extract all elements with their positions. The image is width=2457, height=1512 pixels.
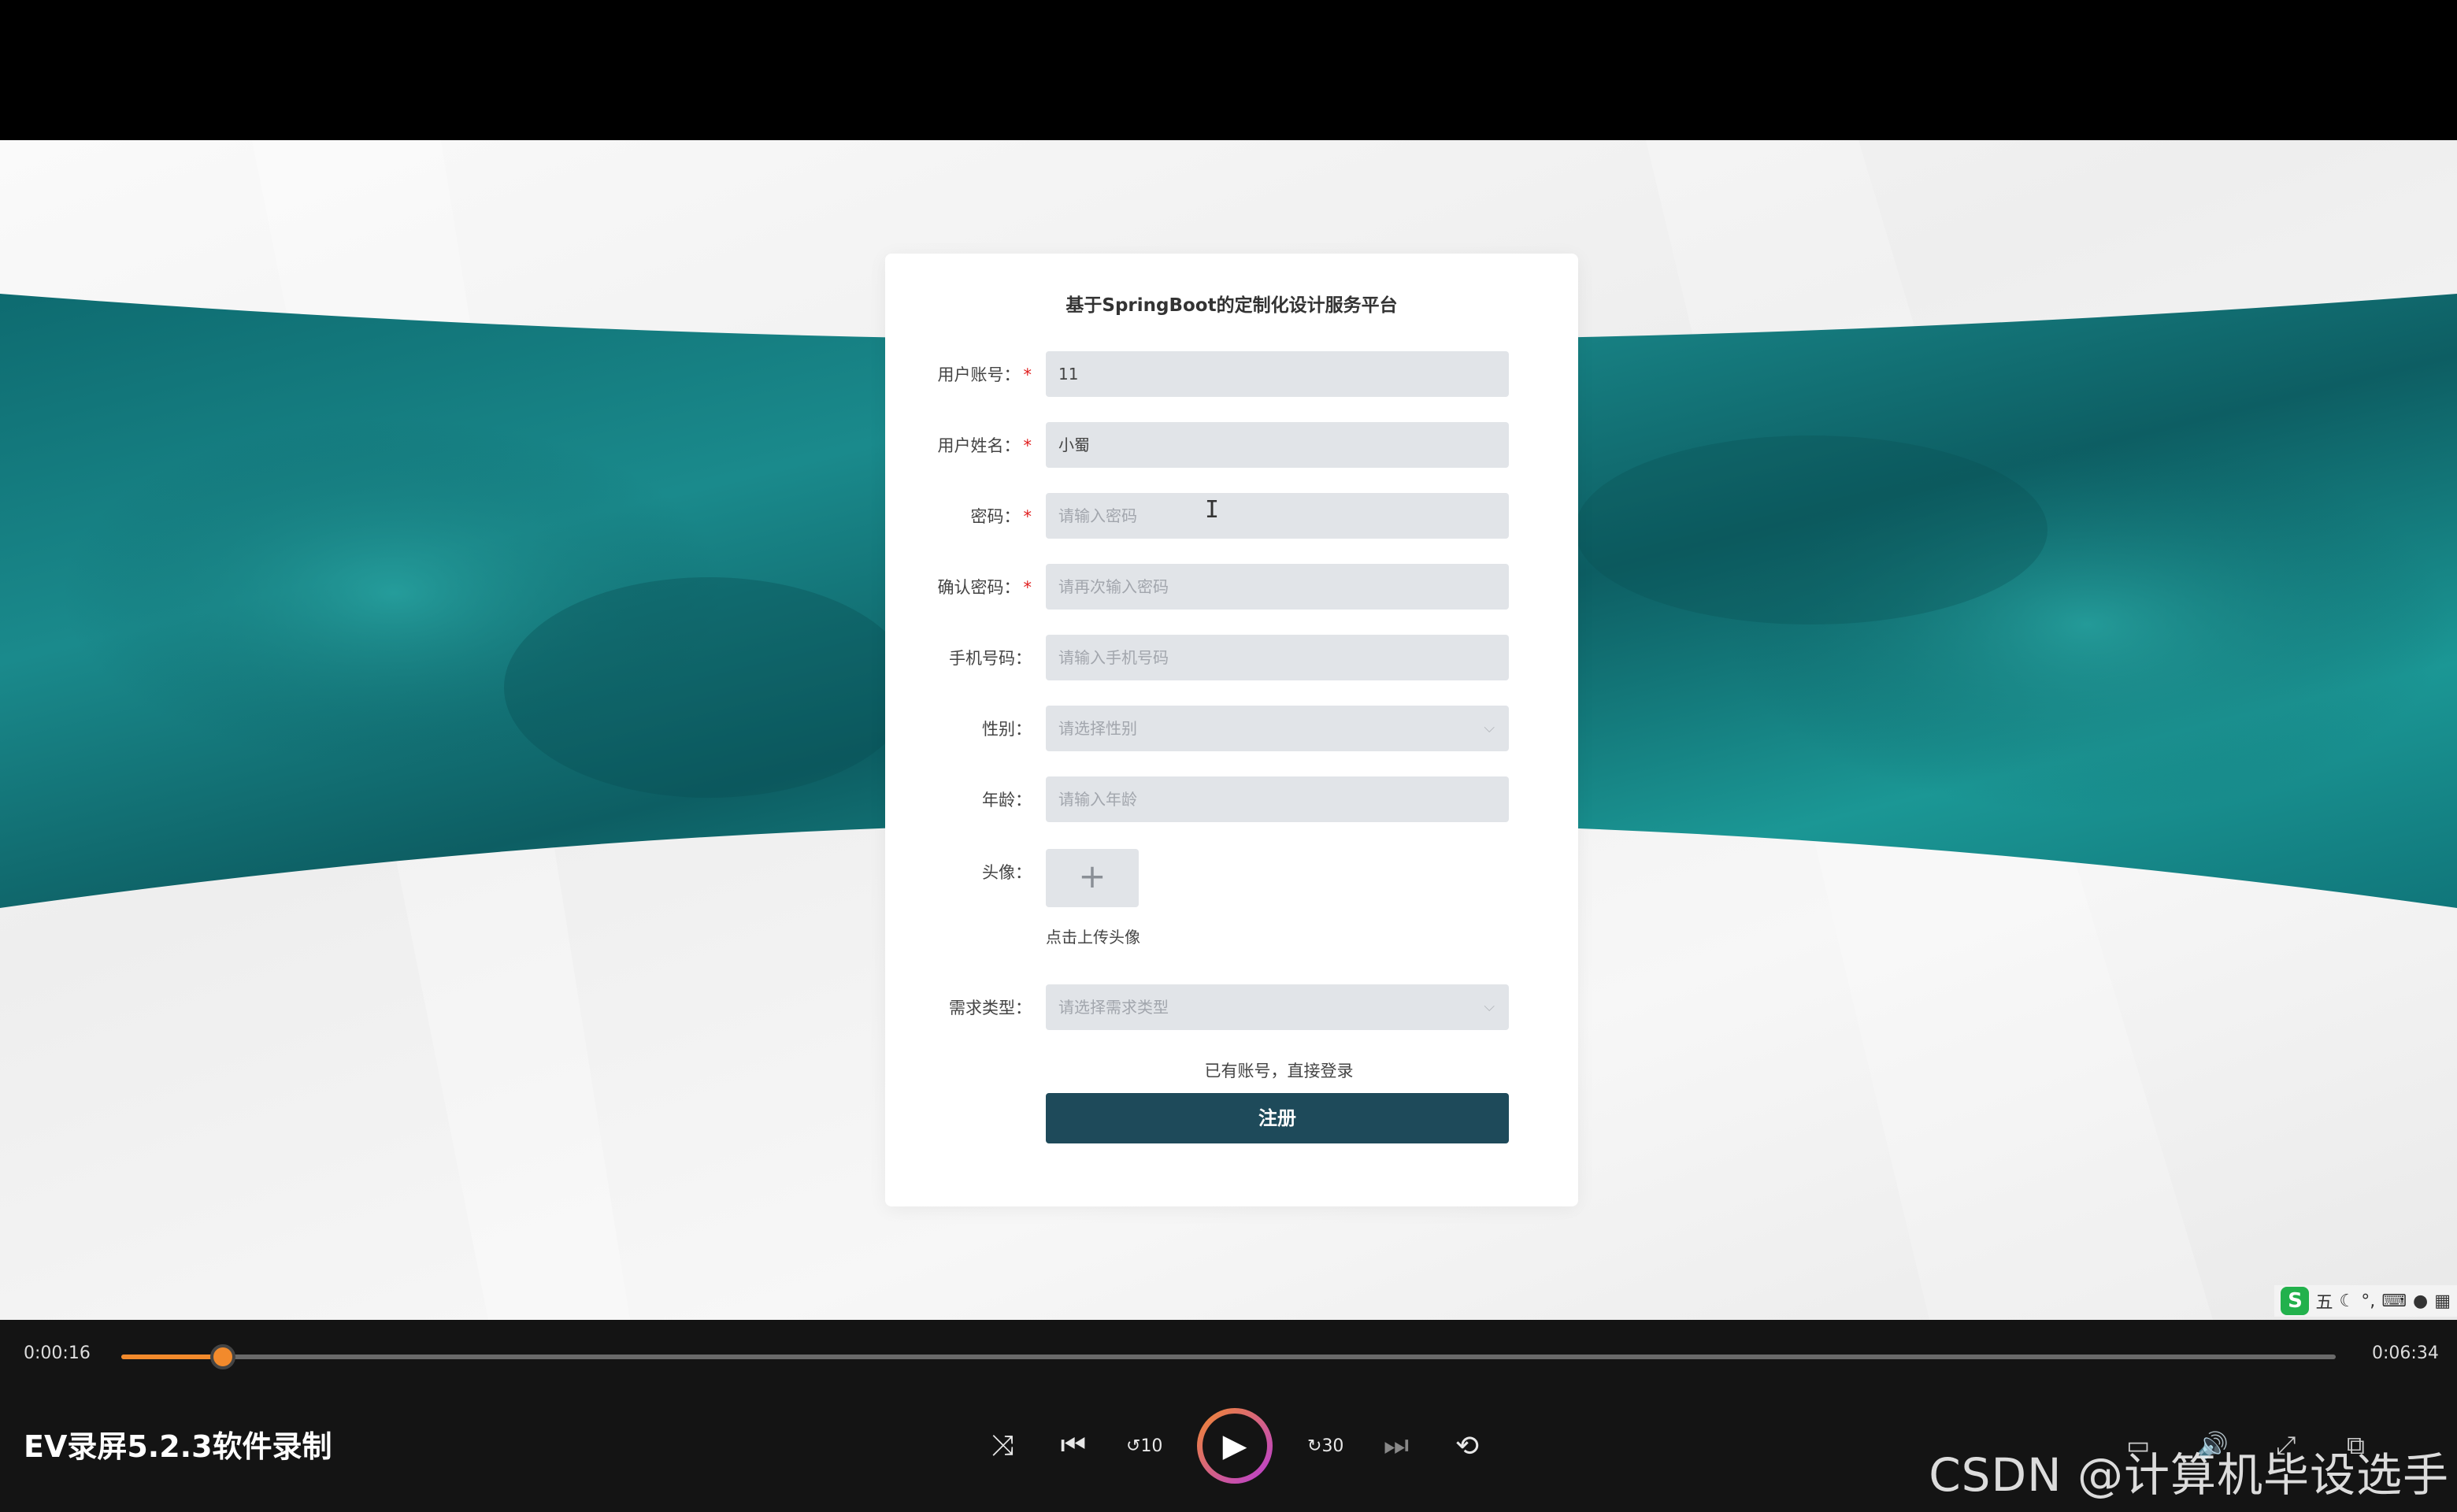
user-icon[interactable]: ● (2413, 1292, 2428, 1311)
name-input[interactable]: 小蜀 (1046, 422, 1509, 468)
chevron-down-icon: ⌵ (1484, 999, 1495, 1015)
repeat-icon[interactable]: ⟲ (1449, 1430, 1485, 1462)
required-mark: * (1023, 507, 1032, 526)
csdn-watermark: CSDN @计算机毕设选手 (1929, 1448, 2449, 1502)
field-row-phone: 手机号码： 请输入手机号码 (885, 635, 1578, 682)
video-frame: 基于SpringBoot的定制化设计服务平台 用户账号： * 11 用户姓名： * … (0, 140, 2457, 1320)
shuffle-icon[interactable]: ⤨ (984, 1429, 1021, 1462)
avatar-upload-hint: 点击上传头像 (1046, 928, 1140, 947)
ime-mode[interactable]: 五 (2315, 1288, 2333, 1314)
rewind-10-icon[interactable]: ↺10 (1126, 1436, 1162, 1456)
video-player-bar: 0:00:16 0:06:34 EV录屏5.2.3软件录制 ⤨ ⏮ ↺10 ▶ … (0, 1320, 2457, 1512)
register-button[interactable]: 注册 (1046, 1093, 1509, 1143)
field-label: 性别： (982, 720, 1032, 739)
gender-select-placeholder: 请选择性别 (1058, 719, 1137, 738)
field-label: 密码： * (970, 507, 1032, 526)
field-label: 确认密码： * (937, 578, 1032, 597)
gender-select[interactable]: 请选择性别 ⌵ (1046, 706, 1509, 751)
field-row-avatar: 头像： + (885, 849, 1578, 907)
demand-type-select[interactable]: 请选择需求类型 ⌵ (1046, 984, 1509, 1030)
sogou-logo-icon[interactable]: S (2281, 1287, 2310, 1315)
field-row-password: 密码： * 请输入密码 (885, 493, 1578, 540)
current-time: 0:00:16 (24, 1343, 91, 1363)
field-label: 用户账号： * (937, 365, 1032, 384)
required-mark: * (1023, 365, 1032, 384)
field-row-confirm-password: 确认密码： * 请再次输入密码 (885, 564, 1578, 611)
field-label: 用户姓名： * (937, 436, 1032, 455)
progress-fill (121, 1354, 224, 1359)
top-black-bar (0, 0, 2457, 140)
field-label: 头像： (982, 863, 1032, 882)
player-title: EV录屏5.2.3软件录制 (24, 1429, 332, 1464)
punct-icon[interactable]: °, (2361, 1292, 2375, 1311)
field-label: 需求类型： (949, 999, 1032, 1017)
password-input[interactable]: 请输入密码 (1046, 493, 1509, 539)
account-input[interactable]: 11 (1046, 351, 1509, 397)
progress-track[interactable] (121, 1344, 2336, 1369)
register-card: 基于SpringBoot的定制化设计服务平台 用户账号： * 11 用户姓名： * … (885, 254, 1578, 1206)
plus-icon: + (1078, 857, 1106, 895)
required-mark: * (1023, 436, 1032, 455)
field-label: 手机号码： (949, 649, 1032, 668)
moon-icon[interactable]: ☾ (2340, 1292, 2355, 1311)
progress-handle[interactable] (210, 1344, 236, 1369)
field-row-name: 用户姓名： * 小蜀 (885, 422, 1578, 469)
keyboard-icon[interactable]: ⌨ (2381, 1292, 2407, 1311)
demand-type-placeholder: 请选择需求类型 (1058, 998, 1169, 1017)
form-title: 基于SpringBoot的定制化设计服务平台 (1065, 295, 1398, 316)
play-icon: ▶ (1203, 1414, 1267, 1478)
forward-30-icon[interactable]: ↻30 (1307, 1436, 1343, 1456)
avatar-upload-button[interactable]: + (1046, 849, 1139, 907)
grid-icon[interactable]: ▦ (2434, 1292, 2451, 1311)
required-mark: * (1023, 578, 1032, 597)
confirm-password-input[interactable]: 请再次输入密码 (1046, 564, 1509, 610)
field-row-account: 用户账号： * 11 (885, 351, 1578, 398)
field-row-gender: 性别： 请选择性别 ⌵ (885, 706, 1578, 753)
age-input[interactable]: 请输入年龄 (1046, 776, 1509, 822)
login-link[interactable]: 已有账号，直接登录 (885, 1058, 1578, 1082)
chevron-down-icon: ⌵ (1484, 720, 1495, 736)
play-button[interactable]: ▶ (1197, 1408, 1273, 1484)
ime-toolbar: S 五 ☾ °, ⌨ ● ▦ (2274, 1285, 2457, 1317)
total-time: 0:06:34 (2372, 1343, 2439, 1363)
playback-controls: ⤨ ⏮ ↺10 ▶ ↻30 ⏭ ⟲ (984, 1406, 1485, 1485)
field-row-age: 年龄： 请输入年龄 (885, 776, 1578, 824)
previous-icon[interactable]: ⏮ (1055, 1429, 1091, 1462)
text-cursor-icon: I (1205, 496, 1220, 524)
field-row-demand-type: 需求类型： 请选择需求类型 ⌵ (885, 984, 1578, 1032)
field-label: 年龄： (982, 791, 1032, 810)
next-icon[interactable]: ⏭ (1378, 1429, 1414, 1462)
phone-input[interactable]: 请输入手机号码 (1046, 635, 1509, 680)
